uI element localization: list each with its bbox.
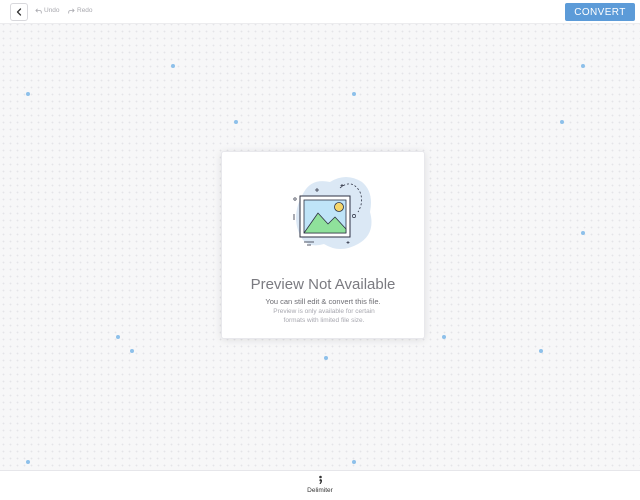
background-dot xyxy=(26,460,30,464)
undo-icon xyxy=(35,8,42,13)
redo-button[interactable]: Redo xyxy=(68,7,93,14)
background-dot xyxy=(116,335,120,339)
background-dot xyxy=(352,460,356,464)
redo-label: Redo xyxy=(77,7,93,14)
background-dot xyxy=(130,349,134,353)
background-dot xyxy=(560,120,564,124)
semicolon-icon xyxy=(318,475,322,484)
undo-label: Undo xyxy=(44,7,60,14)
preview-subtitle: You can still edit & convert this file. xyxy=(265,297,381,306)
bottom-bar: Delimiter xyxy=(0,470,640,500)
background-dot xyxy=(581,231,585,235)
background-dot xyxy=(352,92,356,96)
undo-button[interactable]: Undo xyxy=(35,7,60,14)
background-dot xyxy=(234,120,238,124)
delimiter-button[interactable]: Delimiter xyxy=(290,475,350,494)
back-button[interactable] xyxy=(10,3,28,21)
convert-button[interactable]: CONVERT xyxy=(565,3,635,21)
preview-note-line-2: formats with limited file size. xyxy=(283,316,365,324)
preview-title: Preview Not Available xyxy=(250,276,396,293)
top-toolbar: Undo Redo CONVERT xyxy=(0,0,640,24)
background-dot xyxy=(539,349,543,353)
background-dot xyxy=(171,64,175,68)
image-placeholder-icon xyxy=(293,177,372,249)
chevron-left-icon xyxy=(16,8,22,16)
preview-note: Preview is only available for certain fo… xyxy=(270,308,378,325)
background-dot xyxy=(324,356,328,360)
delimiter-label: Delimiter xyxy=(307,487,333,494)
background-dot xyxy=(581,64,585,68)
preview-unavailable-card: Preview Not Available You can still edit… xyxy=(221,151,425,339)
background-dot xyxy=(442,335,446,339)
redo-icon xyxy=(68,8,75,13)
preview-note-line-1: Preview is only available for certain xyxy=(273,308,375,315)
background-dot xyxy=(26,92,30,96)
